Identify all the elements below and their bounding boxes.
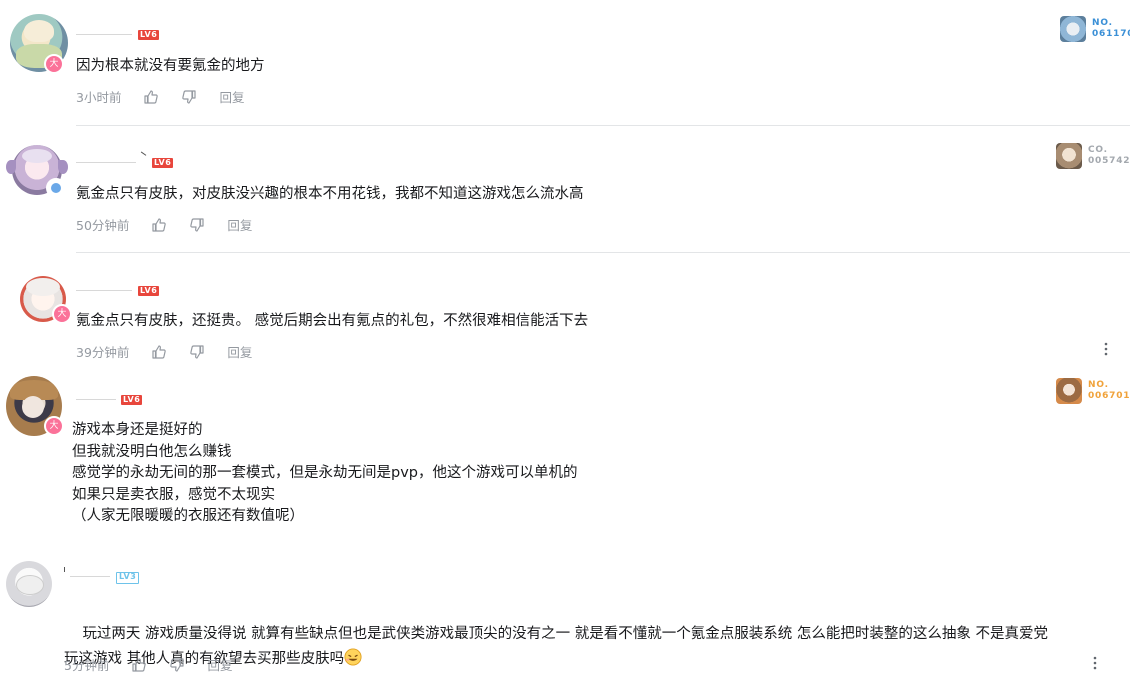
comment-time: 50分钟前 [76,218,130,233]
dislike-button[interactable] [181,89,197,105]
more-vertical-icon [1104,342,1108,356]
reply-button[interactable]: 回复 [219,87,244,106]
fan-medal-image [1056,378,1082,404]
comment-meta: 3小时前 回复 [76,87,266,106]
like-button[interactable] [131,657,147,673]
comment-time: 5分钟前 [64,658,110,673]
avatar[interactable] [6,561,52,607]
reply-button[interactable]: 回复 [207,655,232,674]
vip-badge: 大 [44,54,64,74]
username-mark [139,151,147,158]
comment-meta: 5分钟前 回复 [64,655,254,674]
fan-medal-label: CO. [1088,145,1108,155]
username[interactable] [76,156,136,163]
level-badge: LV6 [152,158,174,168]
thumbs-up-icon [144,89,159,104]
fan-medal[interactable]: NO. 006701 [1056,378,1130,404]
comment-meta: 39分钟前 回复 [76,342,274,361]
fan-medal-label: NO. [1092,18,1113,28]
comment-text: 游戏本身还是挺好的 但我就没明白他怎么赚钱 感觉学的永劫无间的那一套模式，但是永… [72,422,578,524]
avatar[interactable]: 大 [20,276,72,324]
avatar[interactable] [6,142,68,198]
fan-medal-number: 006701 [1088,391,1130,401]
reply-button[interactable]: 回复 [227,215,252,234]
comment-text: 因为根本就没有要氪金的地方 [76,58,265,74]
fan-medal[interactable]: CO. 005742 [1056,143,1130,169]
thumbs-down-icon [190,217,205,232]
official-badge [46,178,66,198]
thumbs-up-icon [152,217,167,232]
avatar[interactable]: 大 [10,14,68,74]
fan-medal-label: NO. [1088,380,1109,390]
avatar[interactable]: 大 [6,376,64,436]
username[interactable] [76,393,116,400]
level-badge: LV6 [121,395,143,405]
divider [76,125,1130,126]
comment-meta: 50分钟前 回复 [76,215,274,234]
more-options-button[interactable] [1103,342,1109,360]
comment-text: 氪金点只有皮肤，还挺贵。 感觉后期会出有氪点的礼包，不然很难相信能活下去 [76,313,589,329]
fan-medal-image [1060,16,1086,42]
thumbs-down-icon [190,344,205,359]
fan-medal-number: 061170 [1092,29,1130,39]
more-vertical-icon [1093,656,1097,670]
laughing-emoji-icon [344,648,362,666]
comment-time: 3小时前 [76,90,122,105]
dislike-button[interactable] [189,344,205,360]
vip-badge: 大 [52,304,72,324]
comment-time: 39分钟前 [76,345,130,360]
comment-text: 氪金点只有皮肤，对皮肤没兴趣的根本不用花钱，我都不知道这游戏怎么流水高 [76,186,584,202]
dislike-button[interactable] [169,657,185,673]
fan-medal-number: 005742 [1088,156,1130,166]
level-badge: LV3 [116,572,140,584]
like-button[interactable] [151,217,167,233]
username-mark [64,567,65,572]
divider [76,252,1130,253]
thumbs-up-icon [152,344,167,359]
more-options-button[interactable] [1092,656,1098,674]
comment-text: 玩过两天 游戏质量没得说 就算有些缺点但也是武侠类游戏最顶尖的没有之一 就是看不… [64,597,1130,697]
fan-medal[interactable]: NO. 061170 [1060,16,1130,42]
thumbs-down-icon [170,657,185,672]
username[interactable] [76,284,132,291]
thumbs-up-icon [132,657,147,672]
vip-badge: 大 [44,416,64,436]
reply-button[interactable]: 回复 [227,342,252,361]
thumbs-down-icon [182,89,197,104]
level-badge: LV6 [138,30,160,40]
level-badge: LV6 [138,286,160,296]
username[interactable] [76,28,132,35]
like-button[interactable] [143,89,159,105]
dislike-button[interactable] [189,217,205,233]
like-button[interactable] [151,344,167,360]
username[interactable] [70,570,110,577]
fan-medal-image [1056,143,1082,169]
